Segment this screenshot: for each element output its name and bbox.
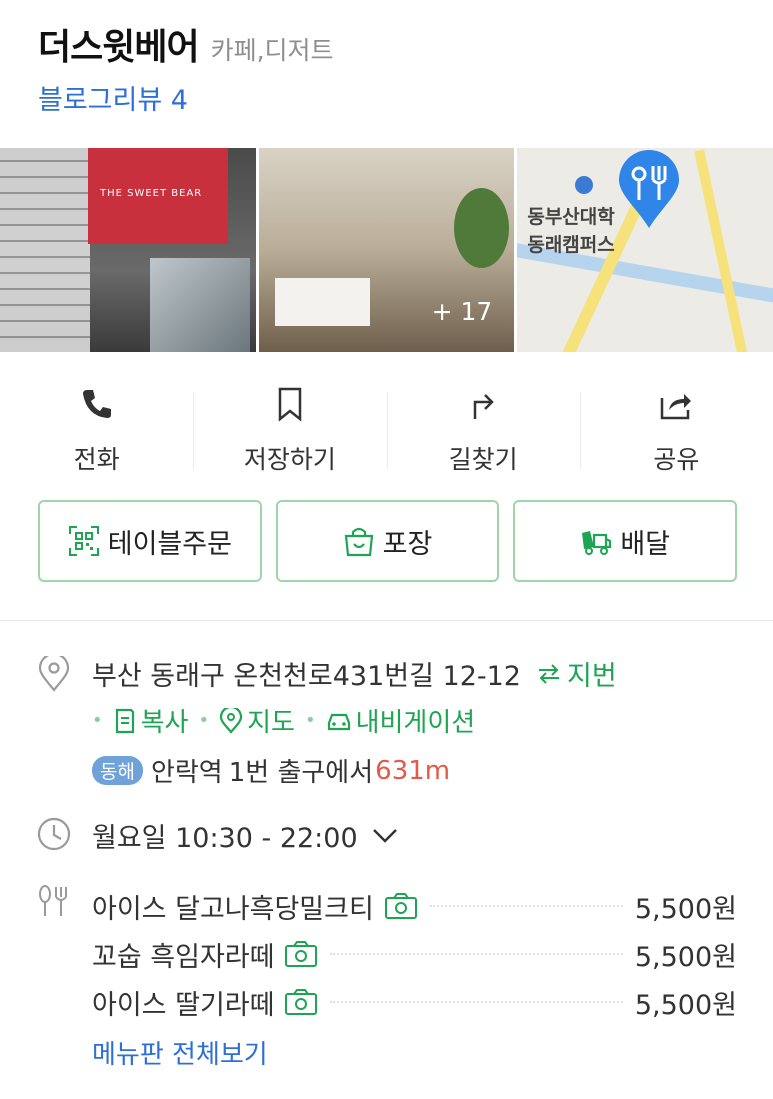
- delivery-button[interactable]: 배달: [513, 500, 738, 582]
- station-exit: 1번 출구에서: [228, 758, 374, 788]
- menu-item[interactable]: 아이스 딸기라떼 5,500원: [92, 978, 737, 1026]
- shop-window: [150, 258, 250, 352]
- chevron-down-icon: [372, 828, 397, 843]
- menu-name: 꼬숩 흑임자라떼: [92, 941, 275, 973]
- map-label: 지도: [247, 708, 295, 738]
- menu-name: 아이스 딸기라떼: [92, 989, 275, 1021]
- jibun-label: 지번: [566, 661, 617, 692]
- navigation-label: 내비게이션: [355, 708, 476, 738]
- address-actions: • 복사 • 지도 • 내비게이션: [92, 702, 475, 739]
- order-buttons: 테이블주문 포장 배달: [38, 500, 738, 582]
- camera-icon[interactable]: [284, 940, 318, 968]
- map-road: [694, 149, 751, 352]
- map-label: 동부산대학: [527, 206, 615, 228]
- copy-address-button[interactable]: 복사: [113, 702, 189, 739]
- place-category: 카페,디저트: [210, 36, 334, 65]
- action-bar: 전화 저장하기 길찾기 공유: [0, 380, 773, 480]
- separator-dot: •: [198, 710, 210, 731]
- camera-icon[interactable]: [284, 988, 318, 1016]
- delivery-truck-icon: [582, 531, 612, 555]
- delivery-label: 배달: [620, 528, 671, 560]
- more-photos-count: + 17: [431, 297, 493, 326]
- station-name: 안락역: [150, 758, 223, 788]
- map-label: 동래캠퍼스: [527, 234, 615, 256]
- share-icon: [661, 394, 692, 420]
- brick-wall: [0, 148, 90, 352]
- place-name: 더스윗베어: [38, 27, 200, 68]
- place-header: 더스윗베어 카페,디저트: [38, 18, 753, 70]
- menu-price: 5,500원: [634, 989, 737, 1021]
- qr-code-icon: [68, 526, 99, 556]
- jibun-toggle[interactable]: 지번: [537, 654, 617, 693]
- address-text: 부산 동래구 온천천로431번길 12-12: [92, 661, 521, 692]
- shop-sign-text: THE SWEET BEAR: [100, 188, 203, 199]
- phone-icon: [82, 390, 111, 418]
- swap-arrows-icon: [538, 663, 559, 684]
- map-pin-icon: [219, 707, 243, 734]
- dotted-leader: [429, 905, 623, 907]
- subway-icon: [575, 176, 594, 194]
- address-row: 부산 동래구 온천천로431번길 12-12 지번: [92, 654, 617, 693]
- save-label: 저장하기: [243, 445, 336, 474]
- call-label: 전화: [73, 445, 120, 474]
- blog-review-link[interactable]: 블로그리뷰 4: [38, 78, 188, 117]
- clock-icon: [37, 817, 71, 851]
- section-divider: [0, 620, 773, 621]
- takeout-label: 포장: [382, 528, 433, 560]
- restaurant-pin-icon: [619, 150, 680, 228]
- station-info: 동해 안락역 1번 출구에서 631m: [92, 752, 450, 789]
- hours-text: 월요일 10:30 - 22:00: [92, 823, 358, 854]
- separator-dot: •: [304, 710, 316, 731]
- title-row: 더스윗베어 카페,디저트: [38, 18, 753, 70]
- camera-icon[interactable]: [384, 892, 418, 920]
- interior-plant: [453, 188, 509, 268]
- table-order-button[interactable]: 테이블주문: [38, 500, 262, 582]
- menu-price: 5,500원: [634, 893, 737, 925]
- business-hours[interactable]: 월요일 10:30 - 22:00: [92, 816, 398, 855]
- dotted-leader: [330, 953, 623, 955]
- separator-dot: •: [92, 710, 103, 731]
- photo-strip: THE SWEET BEAR + 17 동부산대학 동래캠퍼스: [0, 148, 773, 352]
- interior-photo[interactable]: + 17: [258, 148, 515, 352]
- directions-button[interactable]: 길찾기: [386, 380, 580, 480]
- subway-line-badge: 동해: [92, 756, 143, 785]
- dotted-leader: [330, 1001, 623, 1003]
- table-order-label: 테이블주문: [107, 528, 232, 560]
- menu-list: 아이스 달고나흑당밀크티 5,500원 꼬숩 흑임자라떼 5,500원 아이스 …: [92, 882, 737, 1026]
- station-distance: 631m: [375, 755, 451, 786]
- menu-item[interactable]: 꼬숩 흑임자라떼 5,500원: [92, 930, 737, 978]
- bookmark-icon: [278, 387, 302, 422]
- map-thumbnail[interactable]: 동부산대학 동래캠퍼스: [517, 148, 773, 352]
- share-button[interactable]: 공유: [579, 380, 773, 480]
- shopping-bag-icon: [344, 527, 373, 557]
- copy-document-icon: [115, 708, 134, 733]
- takeout-button[interactable]: 포장: [275, 500, 500, 582]
- directions-label: 길찾기: [448, 445, 518, 474]
- full-menu-link[interactable]: 메뉴판 전체보기: [92, 1034, 268, 1071]
- copy-label: 복사: [140, 708, 189, 738]
- directions-icon: [473, 394, 494, 419]
- share-label: 공유: [653, 445, 700, 474]
- call-button[interactable]: 전화: [0, 380, 193, 480]
- interior-table: [274, 278, 370, 326]
- menu-price: 5,500원: [634, 941, 737, 973]
- map-button[interactable]: 지도: [219, 702, 295, 739]
- fork-knife-icon: [39, 885, 67, 916]
- menu-name: 아이스 달고나흑당밀크티: [92, 893, 374, 925]
- navigation-button[interactable]: 내비게이션: [326, 702, 476, 739]
- menu-item[interactable]: 아이스 달고나흑당밀크티 5,500원: [92, 882, 737, 930]
- car-icon: [327, 713, 350, 730]
- save-button[interactable]: 저장하기: [193, 380, 386, 480]
- location-pin-icon: [38, 656, 70, 692]
- storefront-photo[interactable]: THE SWEET BEAR: [0, 148, 256, 352]
